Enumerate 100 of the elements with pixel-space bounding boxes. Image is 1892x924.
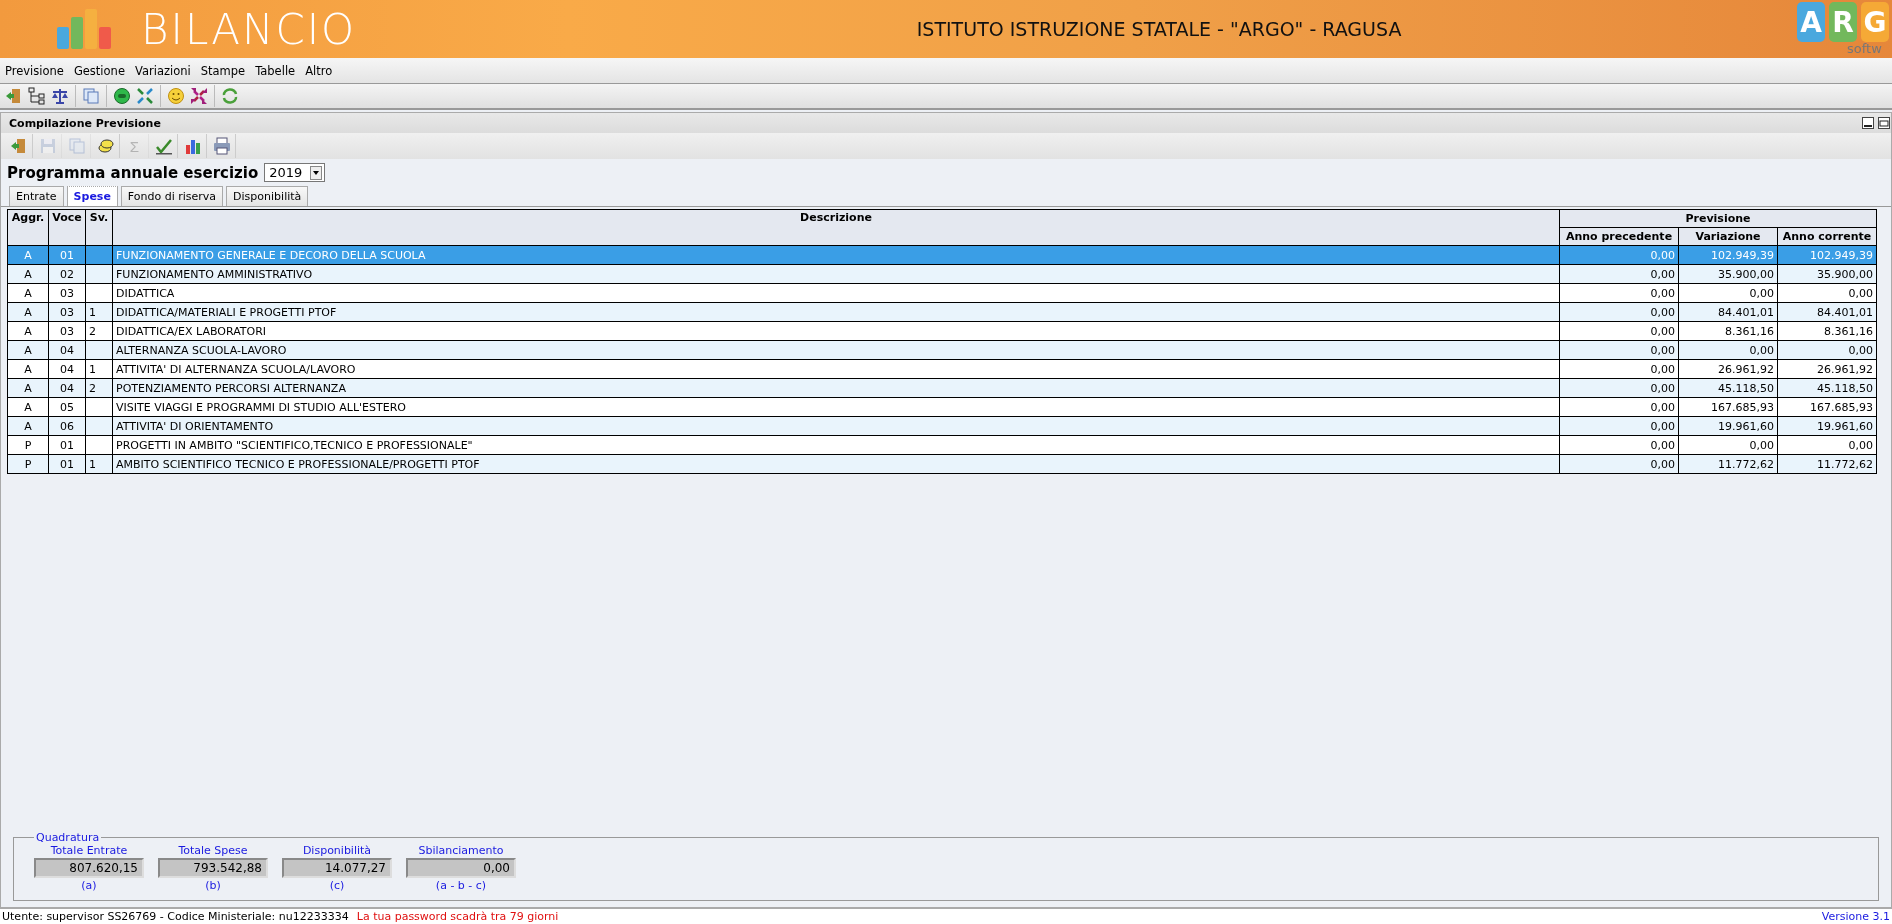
table-cell: A: [24, 343, 32, 357]
save-icon: [38, 137, 57, 155]
table-cell: 102.949,39: [1711, 248, 1774, 262]
brand-tile: G: [1861, 2, 1889, 42]
brand-subtitle: softw: [1847, 42, 1882, 56]
field-label: Disponibilità: [302, 844, 372, 857]
table-cell: 0,00: [1749, 343, 1774, 357]
table-cell: DIDATTICA/EX LABORATORI: [116, 324, 267, 338]
table-cell: 06: [60, 419, 74, 433]
school-title: ISTITUTO ISTRUZIONE STATALE - "ARGO" - RAGUSA: [916, 18, 1402, 40]
table-cell: 0,00: [1650, 286, 1675, 300]
table-cell: 0,00: [1749, 286, 1774, 300]
table-cell: 1: [89, 305, 96, 319]
table-cell: A: [24, 248, 32, 262]
print-icon: [212, 137, 231, 155]
table-cell: AMBITO SCIENTIFICO TECNICO E PROFESSIONALE/PROGETTI PTOF: [116, 457, 480, 471]
menu-item[interactable]: Variazioni: [134, 63, 191, 78]
tab[interactable]: Fondo di riserva: [120, 186, 224, 206]
table-cell: 84.401,01: [1718, 305, 1774, 319]
table-cell: 04: [60, 381, 74, 395]
tree-button[interactable]: [27, 86, 47, 106]
total-field: 807.620,15: [34, 858, 144, 878]
table-cell: 03: [60, 286, 74, 300]
table-cell: A: [24, 267, 32, 281]
table-cell: 03: [60, 305, 74, 319]
table-cell: 04: [60, 362, 74, 376]
tab[interactable]: Spese: [66, 186, 118, 206]
table-cell: VISITE VIAGGI E PROGRAMMI DI STUDIO ALL'ESTERO: [116, 400, 406, 414]
smiley-icon: [167, 87, 185, 105]
field-note: (a - b - c): [435, 879, 487, 892]
group-title: Quadratura: [35, 831, 101, 844]
check-icon: [154, 137, 173, 155]
column-header: Aggr.: [7, 209, 49, 246]
table-cell: 0,00: [1848, 438, 1873, 452]
table-cell: 01: [60, 457, 74, 471]
column-header: Sv.: [85, 209, 113, 246]
caret-icon: [310, 165, 323, 180]
brand-tile: A: [1797, 2, 1825, 42]
field-note: (b): [205, 879, 221, 892]
tab[interactable]: Entrate: [9, 186, 64, 206]
table-cell: 0,00: [1848, 343, 1873, 357]
scales-button[interactable]: [50, 86, 70, 106]
field-label: Totale Entrate: [50, 844, 128, 857]
tree-icon: [28, 87, 46, 105]
coins-icon: [96, 137, 115, 155]
table-cell: 167.685,93: [1711, 400, 1774, 414]
tab[interactable]: Disponibilità: [226, 186, 309, 206]
table-cell: FUNZIONAMENTO AMMINISTRATIVO: [116, 267, 313, 281]
brand-tile: R: [1829, 2, 1857, 42]
field-label: Sbilanciamento: [418, 844, 504, 857]
refresh-button[interactable]: [220, 86, 240, 106]
total-field: 0,00: [406, 858, 516, 878]
table-cell: ALTERNANZA SCUOLA-LAVORO: [116, 343, 287, 357]
table-cell: 0,00: [1848, 286, 1873, 300]
refresh-icon: [221, 87, 239, 105]
table-cell: 0,00: [1650, 324, 1675, 338]
table-cell: A: [24, 305, 32, 319]
menu-item[interactable]: Stampe: [200, 63, 246, 78]
table-cell: 84.401,01: [1817, 305, 1873, 319]
door-icon: [9, 137, 28, 155]
menu-item[interactable]: Tabelle: [255, 63, 296, 78]
field-note: (c): [329, 879, 345, 892]
table-cell: 0,00: [1650, 305, 1675, 319]
arrows-button[interactable]: [135, 86, 155, 106]
face-button[interactable]: [112, 86, 132, 106]
year-select[interactable]: 2019: [264, 163, 326, 182]
table-cell: 0,00: [1650, 381, 1675, 395]
version-text: Versione 3.1: [1821, 910, 1890, 923]
table-cell: 26.961,92: [1718, 362, 1774, 376]
arrows-button[interactable]: [189, 86, 209, 106]
table-cell: 03: [60, 324, 74, 338]
table-cell: 1: [89, 457, 96, 471]
scales-icon: [51, 87, 69, 105]
table-cell: A: [24, 324, 32, 338]
table-cell: 0,00: [1650, 419, 1675, 433]
pages-button[interactable]: [81, 86, 101, 106]
table-cell: A: [24, 400, 32, 414]
arrows-icon: [190, 87, 208, 105]
menu-item[interactable]: Altro: [305, 63, 333, 78]
table-cell: 8.361,16: [1725, 324, 1774, 338]
menu-item[interactable]: Gestione: [73, 63, 125, 78]
table-cell: 01: [60, 248, 74, 262]
table-cell: 102.949,39: [1810, 248, 1873, 262]
field-label: Totale Spese: [178, 844, 248, 857]
minimize-button[interactable]: [1861, 116, 1875, 130]
door-icon: [5, 87, 23, 105]
table-cell: POTENZIAMENTO PERCORSI ALTERNANZA: [116, 381, 346, 395]
table-cell: 0,00: [1650, 248, 1675, 262]
pages-icon: [67, 137, 86, 155]
table-cell: DIDATTICA: [116, 286, 175, 300]
table-cell: 19.961,60: [1817, 419, 1873, 433]
smiley-button[interactable]: [166, 86, 186, 106]
year-label: Programma annuale esercizio: [7, 163, 259, 182]
table-cell: 45.118,50: [1817, 381, 1873, 395]
table-cell: 26.961,92: [1817, 362, 1873, 376]
face-icon: [113, 87, 131, 105]
bar-chart-icon: [183, 137, 202, 155]
table-cell: 167.685,93: [1810, 400, 1873, 414]
menu-item[interactable]: Previsione: [5, 63, 64, 78]
password-warning: La tua password scadrà tra 79 giorni: [356, 910, 559, 923]
